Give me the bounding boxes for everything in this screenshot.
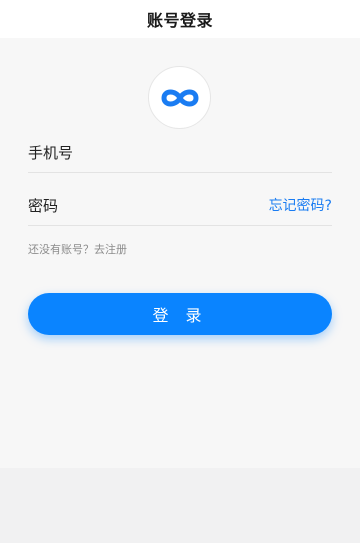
page-title: 账号登录 (146, 11, 213, 30)
login-form-area: 手机号 密码 忘记密码? 还没有账号？去注册 登 录 (0, 38, 360, 468)
app-logo (148, 66, 211, 129)
bottom-area (0, 468, 360, 543)
infinity-icon (160, 89, 199, 106)
phone-label: 手机号 (28, 143, 74, 162)
top-app-bar: 账号登录 (0, 0, 360, 38)
password-field[interactable]: 密码 忘记密码? (28, 185, 332, 226)
login-button[interactable]: 登 录 (28, 293, 332, 335)
phone-field[interactable]: 手机号 (28, 132, 332, 173)
password-label: 密码 (28, 196, 59, 215)
register-link[interactable]: 还没有账号？去注册 (28, 241, 127, 257)
forgot-password-link[interactable]: 忘记密码? (269, 195, 332, 215)
